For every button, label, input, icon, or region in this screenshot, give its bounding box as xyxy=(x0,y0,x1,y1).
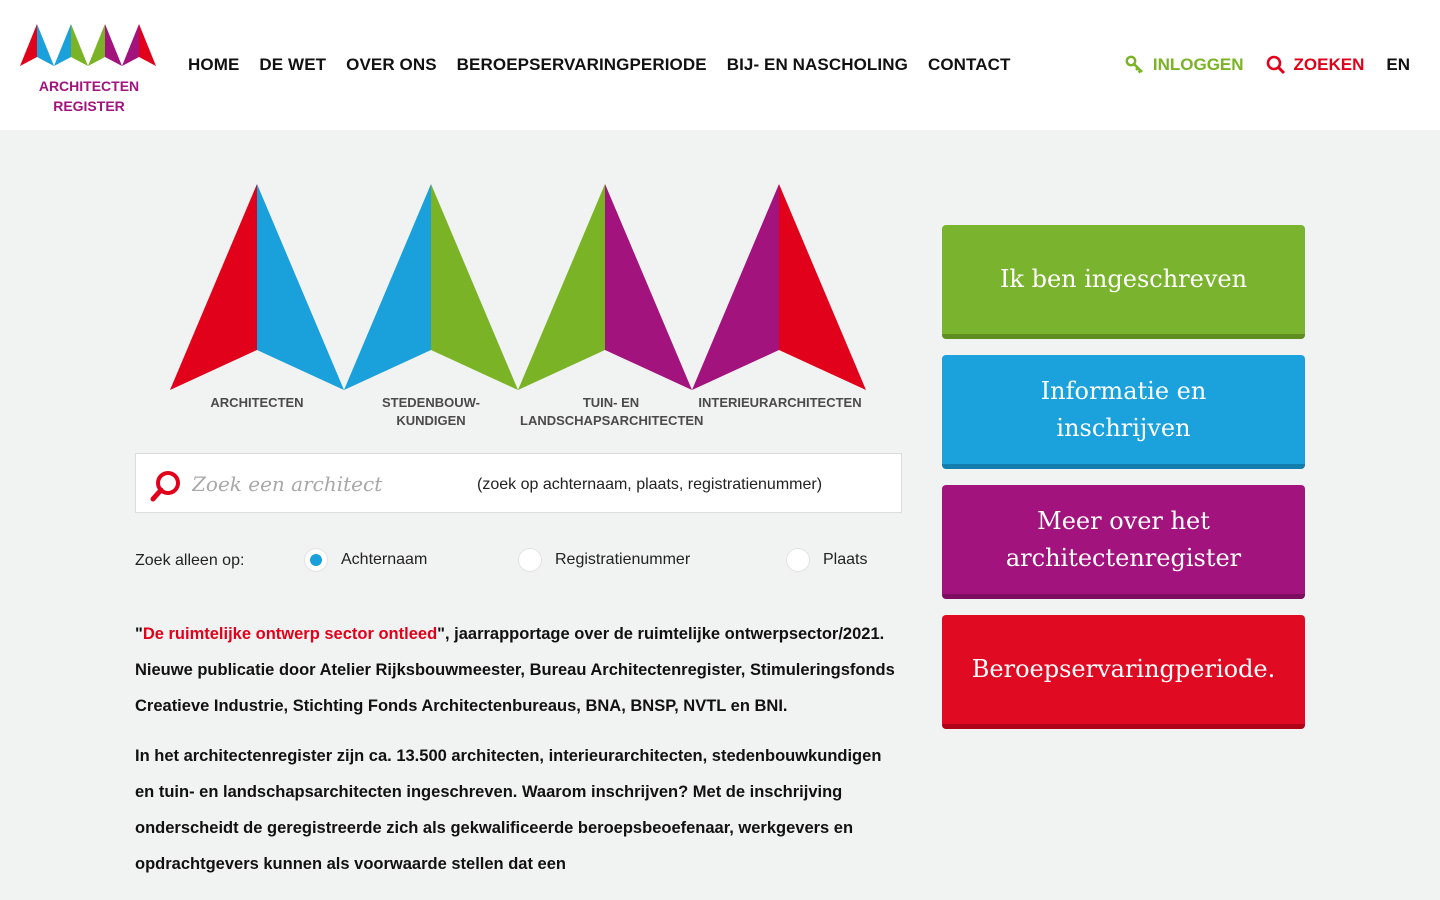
category-architecten[interactable]: ARCHITECTEN xyxy=(196,394,318,412)
triangle-architecten-left xyxy=(170,184,257,390)
category-triangles-graphic xyxy=(170,184,866,390)
open-quote: " xyxy=(135,625,143,643)
search-link[interactable]: ZOEKEN xyxy=(1266,55,1365,75)
intro-text: "De ruimtelijke ontwerp sector ontleed",… xyxy=(135,616,895,896)
search-icon xyxy=(1266,55,1285,75)
search-filter: Zoek alleen op: Achternaam Registratienu… xyxy=(135,548,902,578)
category-interieur-line1: INTERIEURARCHITECTEN xyxy=(698,395,862,410)
logo-line-2: REGISTER xyxy=(53,98,125,114)
radio-dot[interactable] xyxy=(518,548,542,572)
main-nav: HOME DE WET OVER ONS BEROEPSERVARINGPERI… xyxy=(188,55,1031,75)
radio-achternaam-label: Achternaam xyxy=(341,551,428,568)
utility-nav: INLOGGEN ZOEKEN EN xyxy=(1125,55,1410,75)
site-logo[interactable]: ARCHITECTEN REGISTER xyxy=(20,24,160,124)
experience-period-button[interactable]: Beroepservaringperiode. xyxy=(942,615,1305,729)
news-paragraph: "De ruimtelijke ontwerp sector ontleed",… xyxy=(135,616,895,724)
radio-achternaam[interactable]: Achternaam xyxy=(304,548,427,572)
radio-dot[interactable] xyxy=(786,548,810,572)
language-switch[interactable]: EN xyxy=(1386,55,1410,75)
category-architecten-line1: ARCHITECTEN xyxy=(210,395,304,410)
nav-bij-en-nascholing[interactable]: BIJ- EN NASCHOLING xyxy=(727,55,908,75)
category-hero xyxy=(170,184,868,392)
registered-button[interactable]: Ik ben ingeschreven xyxy=(942,225,1305,339)
category-interieurarchitecten[interactable]: INTERIEURARCHITECTEN xyxy=(698,394,862,412)
category-stedenbouw-line2: KUNDIGEN xyxy=(396,413,466,428)
triangle-interieur-left xyxy=(692,184,779,390)
radio-dot-selected[interactable] xyxy=(304,548,328,572)
logo-text: ARCHITECTEN REGISTER xyxy=(20,76,158,116)
triangle-stedenbouw-left xyxy=(344,184,431,390)
site-header: ARCHITECTEN REGISTER HOME DE WET OVER ON… xyxy=(0,0,1440,130)
login-label: INLOGGEN xyxy=(1152,55,1244,74)
login-link[interactable]: INLOGGEN xyxy=(1125,55,1244,75)
nav-home[interactable]: HOME xyxy=(188,55,239,75)
category-tuin-line1: TUIN- EN xyxy=(582,395,640,410)
logo-triangles-icon xyxy=(20,24,156,66)
key-icon xyxy=(1125,55,1143,74)
architect-search-input[interactable] xyxy=(192,466,462,502)
search-icon xyxy=(150,471,180,502)
info-register-button[interactable]: Informatie en inschrijven xyxy=(942,355,1305,469)
category-tuin-landschap[interactable]: TUIN- EN LANDSCHAPSARCHITECTEN xyxy=(520,394,704,430)
register-paragraph: In het architectenregister zijn ca. 13.5… xyxy=(135,747,882,873)
category-stedenbouwkundigen[interactable]: STEDENBOUW- KUNDIGEN xyxy=(366,394,496,430)
radio-registratienummer-label: Registratienummer xyxy=(555,551,691,568)
category-stedenbouw-line1: STEDENBOUW- xyxy=(382,395,480,410)
logo-line-1: ARCHITECTEN xyxy=(38,78,140,94)
triangle-tuin-left xyxy=(518,184,605,390)
triangle-stedenbouw-right xyxy=(431,184,518,390)
search-label: ZOEKEN xyxy=(1293,55,1365,74)
publication-link[interactable]: De ruimtelijke ontwerp sector ontleed xyxy=(143,625,437,643)
triangle-architecten-right xyxy=(257,184,344,390)
nav-de-wet[interactable]: DE WET xyxy=(259,55,326,75)
nav-contact[interactable]: CONTACT xyxy=(928,55,1011,75)
radio-plaats[interactable]: Plaats xyxy=(786,548,867,572)
triangle-interieur-right xyxy=(779,184,866,390)
triangle-tuin-right xyxy=(605,184,692,390)
radio-registratienummer[interactable]: Registratienummer xyxy=(518,548,690,572)
nav-over-ons[interactable]: OVER ONS xyxy=(346,55,437,75)
category-tuin-line2: LANDSCHAPSARCHITECTEN xyxy=(520,413,704,428)
nav-beroepservaringperiode[interactable]: BEROEPSERVARINGPERIODE xyxy=(457,55,707,75)
search-hint: (zoek op achternaam, plaats, registratie… xyxy=(477,476,823,493)
about-register-button[interactable]: Meer over het architectenregister xyxy=(942,485,1305,599)
radio-plaats-label: Plaats xyxy=(823,551,868,568)
architect-search-box: (zoek op achternaam, plaats, registratie… xyxy=(135,453,902,513)
filter-lead-label: Zoek alleen op: xyxy=(135,552,245,569)
